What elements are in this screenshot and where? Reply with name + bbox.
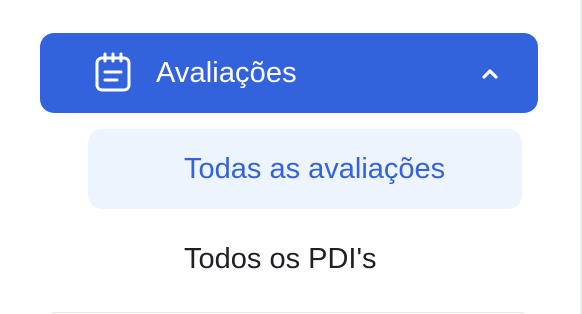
- submenu-item-todos-pdis[interactable]: Todos os PDI's: [88, 219, 522, 299]
- submenu-item-label: Todas as avaliações: [184, 153, 446, 185]
- menu-group-label: Avaliações: [156, 57, 297, 89]
- submenu-item-todas-avaliacoes[interactable]: Todas as avaliações: [88, 129, 522, 209]
- menu-group-avaliacoes[interactable]: Avaliações: [40, 33, 538, 113]
- sidebar: Avaliações Todas as avaliações Todos os …: [0, 0, 582, 314]
- divider: [52, 312, 524, 313]
- submenu-item-label: Todos os PDI's: [184, 243, 377, 275]
- notepad-icon: [94, 52, 132, 92]
- chevron-up-icon[interactable]: [478, 63, 502, 83]
